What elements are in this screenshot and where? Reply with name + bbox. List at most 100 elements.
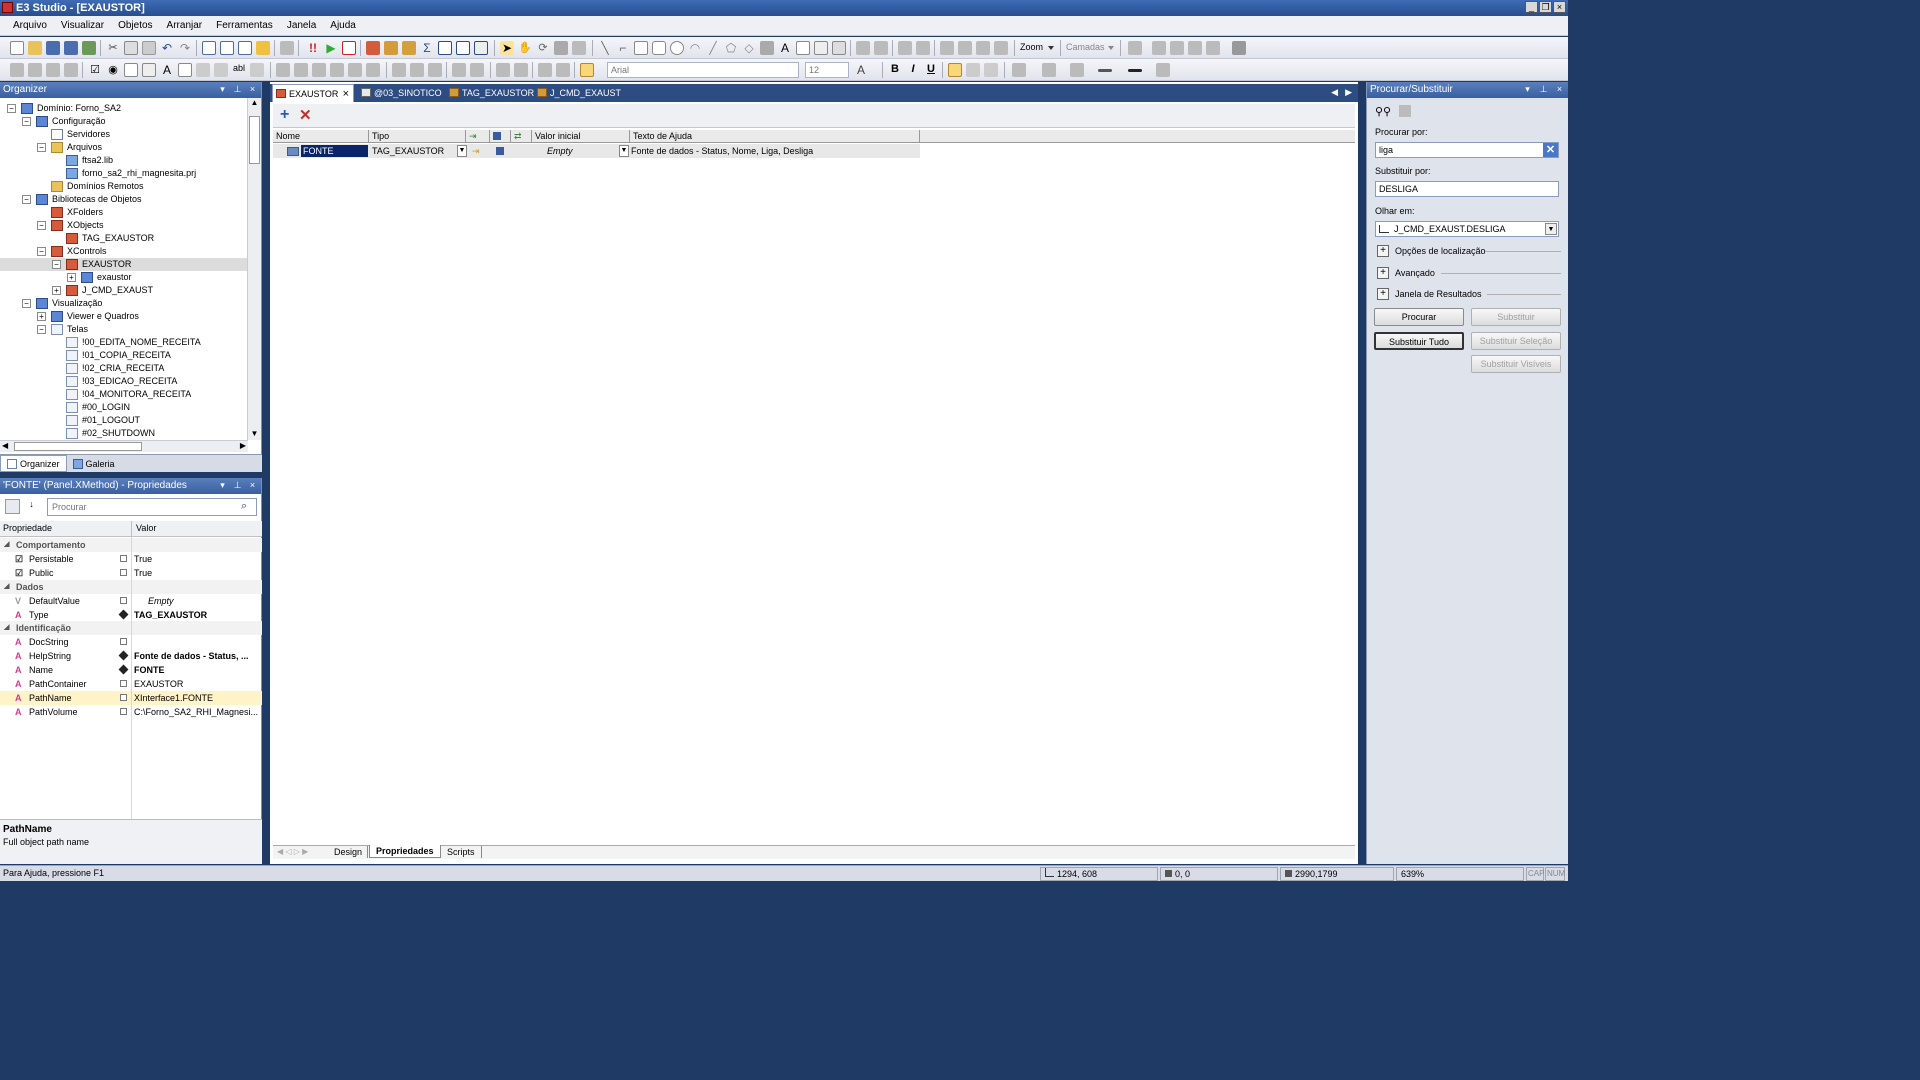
find-dropdown-icon[interactable]: ▾ (1523, 85, 1532, 94)
build-icon[interactable] (82, 41, 96, 55)
grid-icon[interactable] (580, 63, 594, 77)
tree-item[interactable]: ftsa2.lib (0, 154, 248, 167)
tab-03-sinotico[interactable]: @03_SINOTICO (358, 84, 442, 102)
run-icon[interactable]: ▶ (324, 41, 338, 55)
align-icon[interactable] (898, 41, 912, 55)
search-field[interactable]: liga (1375, 142, 1559, 158)
zoom-dropdown[interactable]: Zoom (1020, 42, 1043, 52)
shadow-icon[interactable] (1232, 41, 1246, 55)
tree-item[interactable]: − Visualização (0, 297, 248, 310)
table-row[interactable]: FONTE TAG_EXAUSTOR ▼ ⇥ Empty ▼ Fonte de … (273, 144, 920, 158)
property-value[interactable]: Fonte de dados - Status, ... (134, 649, 260, 663)
tree-item[interactable]: Servidores (0, 128, 248, 141)
replace-button[interactable]: Substituir (1471, 308, 1561, 326)
open-icon[interactable] (28, 41, 42, 55)
tree-item[interactable]: #02_SHUTDOWN (0, 427, 248, 440)
font-size-select[interactable]: 12 (805, 62, 849, 78)
toggle-tool-icon[interactable] (214, 63, 228, 77)
tree-item[interactable]: + J_CMD_EXAUST (0, 284, 248, 297)
add-icon[interactable]: + (280, 106, 289, 124)
property-value[interactable]: TAG_EXAUSTOR (134, 608, 260, 622)
align-left-obj-icon[interactable] (10, 63, 24, 77)
property-value[interactable]: C:\Forno_SA2_RHI_Magnesi... (134, 705, 260, 719)
align-center-text-icon[interactable] (966, 63, 980, 77)
scroll-up-icon[interactable]: ▲ (249, 98, 260, 109)
save-icon[interactable] (46, 41, 60, 55)
cell-save-icon[interactable] (496, 147, 504, 155)
group-icon[interactable] (856, 41, 870, 55)
save-all-icon[interactable] (64, 41, 78, 55)
layers-dropdown[interactable]: Camadas (1066, 42, 1105, 52)
ungroup-icon[interactable] (874, 41, 888, 55)
rotate-icon[interactable]: ⟳ (536, 41, 550, 55)
run-viewer-icon[interactable] (342, 41, 356, 55)
collapse-icon[interactable]: − (37, 325, 46, 334)
pin-icon[interactable]: ⊥ (233, 85, 242, 94)
category-collapse-icon[interactable]: ◢ (4, 580, 9, 594)
shape-icon[interactable]: ◇ (742, 41, 756, 55)
xobject-icon[interactable] (402, 41, 416, 55)
tree-item[interactable]: TAG_EXAUSTOR (0, 232, 248, 245)
text-icon[interactable]: A (778, 41, 792, 55)
combo-tool-icon[interactable] (250, 63, 264, 77)
property-value[interactable]: XInterface1.FONTE (134, 691, 260, 705)
restore-button[interactable]: ❐ (1539, 1, 1552, 13)
sort-az-icon[interactable]: ↓ (24, 499, 39, 514)
clear-search-icon[interactable]: ✕ (1543, 143, 1558, 157)
tree-item[interactable]: − Arquivos (0, 141, 248, 154)
align-left-text-icon[interactable] (948, 63, 962, 77)
props-dropdown-icon[interactable]: ▾ (218, 481, 227, 490)
rounded-rect-icon[interactable] (652, 41, 666, 55)
pen-icon[interactable]: ╱ (706, 41, 720, 55)
categorized-icon[interactable] (5, 499, 20, 514)
expand-icon[interactable]: + (67, 273, 76, 282)
organizer-hscrollbar[interactable]: ◀ ▶ (0, 440, 248, 452)
distribute-icon[interactable] (916, 41, 930, 55)
new-icon[interactable] (10, 41, 24, 55)
tree-item[interactable]: − XObjects (0, 219, 248, 232)
edit-points-icon[interactable] (554, 41, 568, 55)
knife-icon[interactable] (572, 41, 586, 55)
delete-icon[interactable]: ✕ (299, 106, 312, 124)
property-value[interactable]: True (134, 566, 260, 580)
tree-item[interactable]: #01_LOGOUT (0, 414, 248, 427)
minimize-button[interactable]: _ (1525, 1, 1538, 13)
underline-button[interactable]: U (924, 63, 938, 77)
display-icon[interactable] (438, 41, 452, 55)
property-value[interactable]: EXAUSTOR (134, 677, 260, 691)
new-frame-icon[interactable] (220, 41, 234, 55)
redo-icon[interactable]: ↷ (178, 41, 192, 55)
expander-resultados[interactable]: + Janela de Resultados (1377, 287, 1561, 301)
menu-janela[interactable]: Janela (280, 20, 323, 31)
search-icon[interactable]: ⌕ (241, 500, 247, 513)
tab-close-icon[interactable]: × (343, 85, 349, 103)
display-field-icon[interactable] (796, 41, 810, 55)
cell-valor-inicial[interactable]: Empty (547, 144, 573, 158)
abl-tool-icon[interactable]: abl (232, 63, 246, 77)
polygon-icon[interactable]: ⬠ (724, 41, 738, 55)
flip-v-icon[interactable] (1170, 41, 1184, 55)
collapse-icon[interactable]: − (22, 117, 31, 126)
property-value[interactable]: True (134, 552, 260, 566)
props-pin-icon[interactable]: ⊥ (233, 481, 242, 490)
align-bottoms-icon[interactable] (330, 63, 344, 77)
menu-ajuda[interactable]: Ajuda (323, 20, 363, 31)
hscroll-thumb[interactable] (14, 442, 142, 451)
cut-icon[interactable]: ✂ (106, 41, 120, 55)
tree-item[interactable]: !01_COPIA_RECEITA (0, 349, 248, 362)
replace-all-button[interactable]: Substituir Tudo (1374, 332, 1464, 350)
nudge-v-icon[interactable] (556, 63, 570, 77)
hand-icon[interactable]: ✋ (518, 41, 532, 55)
radio-tool-icon[interactable]: ◉ (106, 63, 120, 77)
collapse-icon[interactable]: − (37, 143, 46, 152)
tabs-right-icon[interactable]: ▶ (1345, 87, 1352, 98)
polyline-icon[interactable]: ⌐ (616, 41, 630, 55)
tabs-left-icon[interactable]: ◀ (1331, 87, 1338, 98)
menu-arquivo[interactable]: Arquivo (6, 20, 54, 31)
rectangle-icon[interactable] (634, 41, 648, 55)
look-in-caret-icon[interactable]: ▼ (1545, 223, 1557, 235)
organizer-vscrollbar[interactable]: ▲ ▼ (247, 98, 261, 440)
tab-propriedades[interactable]: Propriedades (369, 845, 441, 858)
replace-visible-button[interactable]: Substituir Visíveis (1471, 355, 1561, 373)
line-color-icon[interactable] (1042, 63, 1056, 77)
